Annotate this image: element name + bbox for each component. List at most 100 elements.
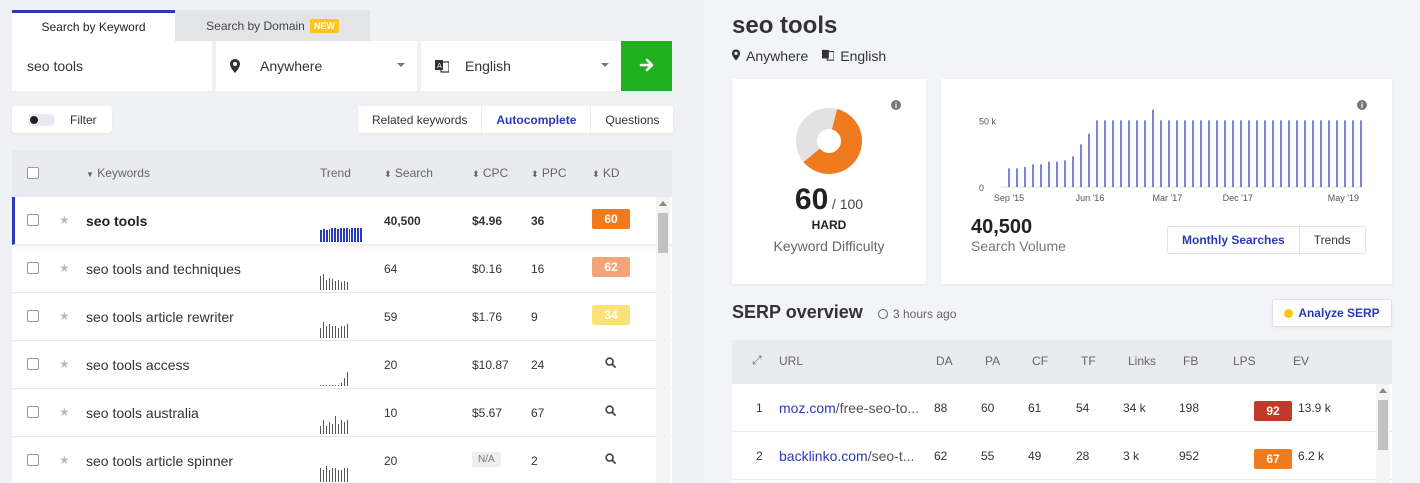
tab-search-by-keyword[interactable]: Search by Keyword	[12, 10, 175, 41]
serp-rank: 2	[756, 449, 763, 463]
difficulty-gauge	[796, 108, 862, 174]
x-tick-label: Mar '17	[1153, 193, 1183, 203]
keyword-text[interactable]: seo tools australia	[86, 405, 199, 421]
trend-bar	[338, 280, 339, 290]
scroll-thumb[interactable]	[1378, 400, 1388, 450]
row-checkbox[interactable]	[27, 310, 39, 322]
star-icon[interactable]: ★	[59, 309, 70, 323]
toggle-switch[interactable]	[28, 113, 55, 126]
meta-language: English	[822, 48, 886, 64]
keyword-text[interactable]: seo tools access	[86, 357, 190, 373]
trend-bar	[345, 228, 348, 242]
tab-trends[interactable]: Trends	[1300, 227, 1365, 253]
trend-bar	[329, 470, 330, 482]
star-icon[interactable]: ★	[59, 405, 70, 419]
table-header: ▼ Keywords Trend ⬍ Search ⬍ CPC ⬍ PPC ⬍ …	[12, 150, 672, 197]
serp-links: 34 k	[1123, 401, 1146, 415]
row-checkbox[interactable]	[27, 454, 39, 466]
search-icon[interactable]	[605, 405, 616, 419]
column-da: DA	[936, 354, 953, 368]
tab-questions[interactable]: Questions	[591, 106, 673, 133]
kd-badge: 60	[592, 209, 630, 229]
trend-bar	[323, 470, 324, 482]
trend-bar	[323, 385, 324, 386]
table-row[interactable]: ★ seo tools 40,500 $4.96 36 60	[12, 197, 672, 245]
cpc-value: $0.16	[472, 262, 503, 276]
column-fb: FB	[1183, 354, 1199, 368]
keywords-table: ▼ Keywords Trend ⬍ Search ⬍ CPC ⬍ PPC ⬍ …	[12, 150, 672, 483]
table-row[interactable]: 2 backlinko.com/seo-t... 62 55 49 28 3 k 952 67 6…	[732, 432, 1392, 480]
trend-sparkline	[320, 320, 362, 338]
star-icon[interactable]: ★	[59, 357, 70, 371]
row-checkbox[interactable]	[27, 406, 39, 418]
table-row[interactable]: ★ seo tools article spinner 20 N/A 2	[12, 437, 672, 483]
keywords-scrollbar[interactable]	[656, 197, 670, 483]
row-checkbox[interactable]	[27, 214, 39, 226]
difficulty-score: 60 / 100	[794, 183, 864, 216]
star-icon[interactable]: ★	[59, 213, 70, 227]
row-checkbox[interactable]	[27, 358, 39, 370]
search-submit-button[interactable]	[621, 41, 672, 91]
search-volume: 20	[384, 358, 398, 372]
tab-monthly-searches[interactable]: Monthly Searches	[1168, 227, 1300, 253]
column-cpc[interactable]: ⬍ CPC	[472, 166, 508, 180]
search-volume: 20	[384, 454, 398, 468]
trend-bar	[337, 229, 340, 242]
table-row[interactable]: 1 moz.com/free-seo-to... 88 60 61 54 34 k 198 92…	[732, 384, 1392, 432]
table-row[interactable]: ★ seo tools and techniques 64 $0.16 16 62	[12, 245, 672, 293]
location-pin-icon	[732, 48, 740, 64]
search-mode-tabs: Search by Keyword Search by Domain NEW	[12, 10, 370, 41]
search-icon[interactable]	[605, 357, 616, 371]
column-kd[interactable]: ⬍ KD	[592, 166, 620, 180]
keyword-text[interactable]: seo tools and techniques	[86, 261, 241, 277]
select-all-checkbox[interactable]	[27, 167, 39, 179]
tab-autocomplete[interactable]: Autocomplete	[482, 106, 592, 133]
cpc-value: N/A	[472, 452, 501, 467]
tab-related-keywords[interactable]: Related keywords	[358, 106, 483, 133]
column-ppc[interactable]: ⬍ PPC	[531, 166, 567, 180]
trend-bar	[323, 274, 324, 290]
ppc-value: 24	[531, 358, 545, 372]
location-select[interactable]: Anywhere	[212, 41, 417, 91]
keyword-text[interactable]: seo tools article spinner	[86, 453, 233, 469]
table-row[interactable]: ★ seo tools access 20 $10.87 24	[12, 341, 672, 389]
x-tick-label: May '19	[1328, 193, 1359, 203]
keyword-input[interactable]	[12, 41, 212, 91]
trend-bar	[344, 468, 345, 482]
trend-bar	[335, 326, 336, 338]
filter-toggle[interactable]: Filter	[12, 106, 112, 133]
scroll-up-icon[interactable]	[659, 201, 667, 206]
column-keywords[interactable]: ▼ Keywords	[86, 166, 150, 180]
search-icon[interactable]	[605, 453, 616, 467]
scroll-thumb[interactable]	[658, 213, 668, 253]
kd-badge: 34	[592, 305, 630, 325]
serp-url[interactable]: backlinko.com/seo-t...	[779, 448, 914, 464]
column-search[interactable]: ⬍ Search	[384, 166, 433, 180]
trend-bar	[341, 470, 342, 482]
serp-rows: 1 moz.com/free-seo-to... 88 60 61 54 34 k 198 92…	[732, 384, 1392, 480]
expand-icon[interactable]: ⤢	[752, 353, 762, 368]
serp-scrollbar[interactable]	[1376, 384, 1390, 483]
trend-bar	[332, 279, 333, 290]
serp-url[interactable]: moz.com/free-seo-to...	[779, 400, 919, 416]
scroll-up-icon[interactable]	[1379, 388, 1387, 393]
tab-search-by-domain[interactable]: Search by Domain NEW	[175, 10, 370, 41]
cpc-value: $4.96	[472, 214, 503, 228]
keyword-text[interactable]: seo tools	[86, 213, 147, 229]
trend-bar	[342, 228, 345, 242]
analyze-serp-button[interactable]: Analyze SERP	[1272, 299, 1392, 327]
table-row[interactable]: ★ seo tools article rewriter 59 $1.76 9 34	[12, 293, 672, 341]
star-icon[interactable]: ★	[59, 453, 70, 467]
serp-ev: 6.2 k	[1298, 449, 1325, 463]
table-row[interactable]: ★ seo tools australia 10 $5.67 67	[12, 389, 672, 437]
trend-bar	[326, 466, 327, 482]
column-pa: PA	[985, 354, 1001, 368]
trend-bar	[326, 426, 327, 434]
info-icon[interactable]: i	[891, 100, 901, 110]
row-checkbox[interactable]	[27, 262, 39, 274]
arrow-right-icon	[639, 53, 655, 79]
star-icon[interactable]: ★	[59, 261, 70, 275]
keyword-text[interactable]: seo tools article rewriter	[86, 309, 234, 325]
language-select[interactable]: A English	[417, 41, 621, 91]
cpc-value: $1.76	[472, 310, 503, 324]
